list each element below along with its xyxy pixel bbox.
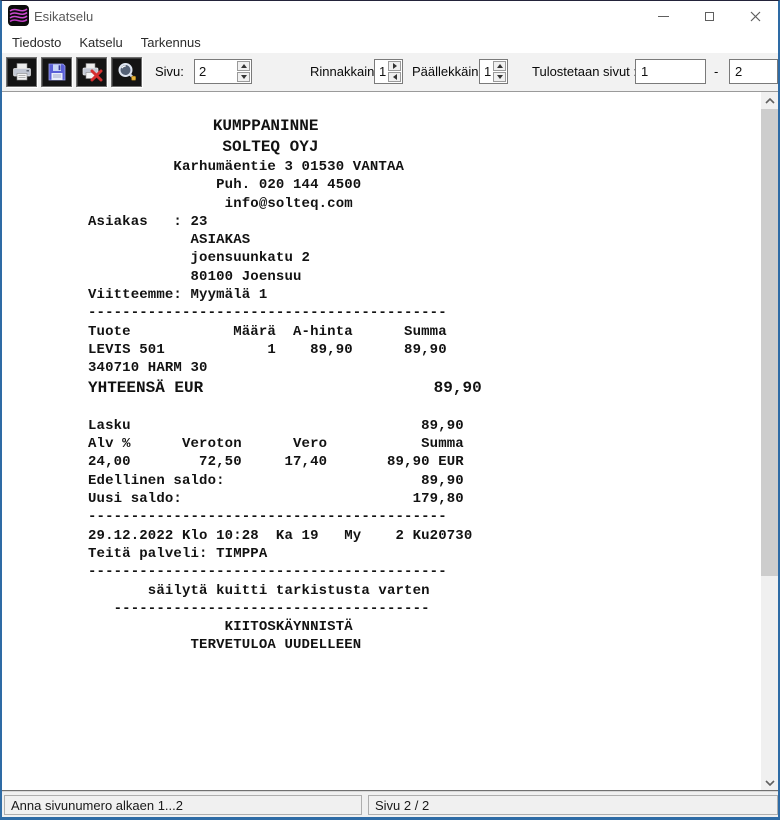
range-label: Tulostetaan sivut : xyxy=(532,64,637,79)
scroll-down-button[interactable] xyxy=(761,774,778,791)
range-separator: - xyxy=(714,64,718,79)
receipt-divider: ------------------------------------- xyxy=(88,600,708,618)
across-label: Rinnakkain: xyxy=(310,64,378,79)
receipt-line: Puh. 020 144 4500 xyxy=(88,176,708,194)
status-bar: Anna sivunumero alkaen 1...2 Sivu 2 / 2 xyxy=(2,791,778,817)
stacked-spinner[interactable]: 1 xyxy=(479,59,508,84)
receipt-column-headers: Tuote Määrä A-hinta Summa xyxy=(88,323,708,341)
menu-katselu[interactable]: Katselu xyxy=(70,33,131,52)
page-up-button[interactable] xyxy=(237,61,250,71)
cancel-print-icon xyxy=(81,61,103,83)
preview-area: KUMPPANINNE SOLTEQ OYJ Karhumäentie 3 01… xyxy=(2,92,778,791)
receipt-line: Alv % Veroton Vero Summa xyxy=(88,435,708,453)
receipt-line: info@solteq.com xyxy=(88,195,708,213)
status-page-indicator: Sivu 2 / 2 xyxy=(368,795,778,815)
menu-bar: Tiedosto Katselu Tarkennus xyxy=(2,31,778,53)
receipt-total-line: YHTEENSÄ EUR 89,90 xyxy=(88,378,708,399)
app-window: Esikatselu Tiedosto Katselu Tarkennus xyxy=(0,0,780,820)
chevron-down-icon xyxy=(765,780,775,786)
stacked-down-button[interactable] xyxy=(493,72,506,82)
receipt-line: joensuunkatu 2 xyxy=(88,249,708,267)
minimize-button[interactable] xyxy=(640,1,686,31)
save-icon xyxy=(46,61,68,83)
right-arrow-icon xyxy=(393,63,397,69)
receipt-line: ASIAKAS xyxy=(88,231,708,249)
status-hint: Anna sivunumero alkaen 1...2 xyxy=(4,795,362,815)
receipt-line: Asiakas : 23 xyxy=(88,213,708,231)
receipt-line: 340710 HARM 30 xyxy=(88,359,708,377)
stacked-value: 1 xyxy=(484,64,491,79)
cancel-print-button[interactable] xyxy=(76,57,107,87)
receipt-line xyxy=(88,399,708,417)
up-arrow-icon xyxy=(241,64,247,68)
maximize-button[interactable] xyxy=(686,1,732,31)
minimize-icon xyxy=(658,16,669,17)
down-arrow-icon xyxy=(241,75,247,79)
print-icon xyxy=(11,61,33,83)
left-arrow-icon xyxy=(393,74,397,80)
range-to-field[interactable]: 2 xyxy=(729,59,778,84)
stacked-label: Päällekkäin: xyxy=(412,64,482,79)
receipt-line: Lasku 89,90 xyxy=(88,417,708,435)
chevron-up-icon xyxy=(765,98,775,104)
receipt-document: KUMPPANINNE SOLTEQ OYJ Karhumäentie 3 01… xyxy=(88,116,708,655)
receipt-line: Edellinen saldo: 89,90 xyxy=(88,472,708,490)
scroll-up-button[interactable] xyxy=(761,92,778,109)
across-decrease-button[interactable] xyxy=(388,72,401,82)
page-label: Sivu: xyxy=(155,64,184,79)
menu-tiedosto[interactable]: Tiedosto xyxy=(3,33,70,52)
receipt-line: Karhumäentie 3 01530 VANTAA xyxy=(88,158,708,176)
maximize-icon xyxy=(705,12,714,21)
stacked-up-button[interactable] xyxy=(493,61,506,71)
title-bar: Esikatselu xyxy=(2,1,778,31)
close-icon xyxy=(750,11,761,22)
receipt-line: KIITOSKÄYNNISTÄ xyxy=(88,618,708,636)
across-increase-button[interactable] xyxy=(388,61,401,71)
receipt-line: Uusi saldo: 179,80 xyxy=(88,490,708,508)
across-value: 1 xyxy=(379,64,386,79)
print-button[interactable] xyxy=(6,57,37,87)
menu-tarkennus[interactable]: Tarkennus xyxy=(132,33,210,52)
range-from-field[interactable]: 1 xyxy=(635,59,706,84)
vertical-scrollbar[interactable] xyxy=(761,92,778,791)
receipt-line: 29.12.2022 Klo 10:28 Ka 19 My 2 Ku20730 xyxy=(88,527,708,545)
close-button[interactable] xyxy=(732,1,778,31)
up-arrow-icon xyxy=(497,64,503,68)
receipt-line: LEVIS 501 1 89,90 89,90 xyxy=(88,341,708,359)
window-title: Esikatselu xyxy=(34,9,93,24)
app-logo-icon xyxy=(8,5,29,26)
receipt-divider: ----------------------------------------… xyxy=(88,304,708,322)
zoom-icon xyxy=(116,61,138,83)
receipt-line: Viitteemme: Myymälä 1 xyxy=(88,286,708,304)
receipt-line: Teitä palveli: TIMPPA xyxy=(88,545,708,563)
zoom-button[interactable] xyxy=(111,57,142,87)
toolbar: Sivu: 2 Rinnakkain: 1 Päällekkäin: 1 Tul… xyxy=(2,53,778,92)
save-button[interactable] xyxy=(41,57,72,87)
page-down-button[interactable] xyxy=(237,72,250,82)
receipt-divider: ----------------------------------------… xyxy=(88,508,708,526)
receipt-line: SOLTEQ OYJ xyxy=(88,137,708,158)
receipt-line: 80100 Joensuu xyxy=(88,268,708,286)
scrollbar-thumb[interactable] xyxy=(761,109,778,576)
down-arrow-icon xyxy=(497,75,503,79)
receipt-line: TERVETULOA UUDELLEEN xyxy=(88,636,708,654)
page-spinner[interactable]: 2 xyxy=(194,59,252,84)
across-spinner[interactable]: 1 xyxy=(374,59,403,84)
receipt-line: 24,00 72,50 17,40 89,90 EUR xyxy=(88,453,708,471)
page-value: 2 xyxy=(199,64,206,79)
receipt-line: KUMPPANINNE xyxy=(88,116,708,137)
receipt-divider: ----------------------------------------… xyxy=(88,563,708,581)
receipt-line: säilytä kuitti tarkistusta varten xyxy=(88,582,708,600)
